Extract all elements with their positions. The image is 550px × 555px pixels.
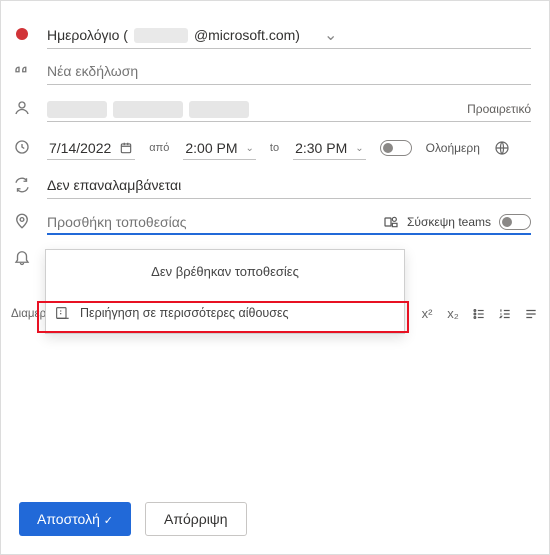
end-time-picker[interactable]: 2:30 PM ⌄: [293, 136, 366, 160]
event-title-field[interactable]: [47, 57, 531, 85]
date-value: 7/14/2022: [49, 140, 111, 156]
send-button-label: Αποστολή: [37, 511, 100, 527]
start-time-value: 2:00 PM: [185, 140, 237, 156]
date-picker[interactable]: 7/14/2022: [47, 136, 135, 160]
calendar-email-suffix: @microsoft.com): [194, 27, 300, 43]
align-button[interactable]: [523, 307, 539, 321]
attendee-chip[interactable]: [189, 101, 249, 118]
allday-label: Ολοήμερη: [426, 141, 480, 155]
subscript-button[interactable]: x₂: [445, 306, 461, 321]
location-input[interactable]: [47, 214, 383, 230]
chevron-down-icon: ⌄: [324, 25, 337, 45]
discard-button[interactable]: Απόρριψη: [145, 502, 247, 536]
calendar-selector[interactable]: Ημερολόγιο ( @microsoft.com) ⌄: [47, 19, 531, 49]
browse-more-rooms[interactable]: Περιήγηση σε περισσότερες αίθουσες: [46, 295, 404, 333]
no-locations-message: Δεν βρέθηκαν τοποθεσίες: [46, 250, 404, 295]
teams-icon: [383, 214, 399, 230]
event-title-input[interactable]: [47, 63, 531, 79]
location-icon: [11, 212, 33, 230]
quote-icon: [11, 62, 33, 80]
chevron-down-icon: ⌄: [355, 143, 363, 154]
to-label: to: [270, 142, 279, 154]
formatting-toolbar: x² x₂ ⌄ ooo: [419, 306, 550, 321]
masked-email-user: [134, 28, 188, 43]
calendar-color-dot: [11, 28, 33, 40]
allday-toggle[interactable]: [380, 140, 412, 156]
attendee-chip[interactable]: [47, 101, 107, 118]
from-label: από: [149, 142, 169, 154]
numbered-list-button[interactable]: [497, 307, 513, 321]
location-suggestions-panel: Δεν βρέθηκαν τοποθεσίες Περιήγηση σε περ…: [45, 249, 405, 334]
recurrence-selector[interactable]: Δεν επαναλαμβάνεται: [47, 171, 531, 199]
bullet-list-button[interactable]: [471, 307, 487, 321]
end-time-value: 2:30 PM: [295, 140, 347, 156]
teams-meeting-toggle[interactable]: [499, 214, 531, 230]
location-field[interactable]: Σύσκεψη teams: [47, 207, 531, 235]
room-icon: [54, 305, 70, 321]
attendee-chip[interactable]: [113, 101, 183, 118]
recurrence-icon: [11, 176, 33, 194]
optional-attendees-link[interactable]: Προαιρετικό: [467, 102, 531, 116]
recurrence-value: Δεν επαναλαμβάνεται: [47, 177, 181, 193]
calendar-prefix: Ημερολόγιο (: [47, 27, 128, 43]
clock-icon: [11, 138, 33, 156]
person-icon: [11, 99, 33, 117]
globe-icon[interactable]: [494, 140, 510, 156]
calendar-icon: [119, 141, 133, 155]
bell-icon: [11, 248, 33, 266]
start-time-picker[interactable]: 2:00 PM ⌄: [183, 136, 256, 160]
superscript-button[interactable]: x²: [419, 306, 435, 321]
send-check-icon: ✓: [104, 515, 113, 527]
attendees-field[interactable]: Προαιρετικό: [47, 93, 531, 122]
teams-meeting-label: Σύσκεψη teams: [407, 215, 491, 229]
send-button[interactable]: Αποστολή ✓: [19, 502, 131, 536]
browse-more-rooms-label: Περιήγηση σε περισσότερες αίθουσες: [80, 306, 289, 320]
chevron-down-icon: ⌄: [246, 143, 254, 154]
